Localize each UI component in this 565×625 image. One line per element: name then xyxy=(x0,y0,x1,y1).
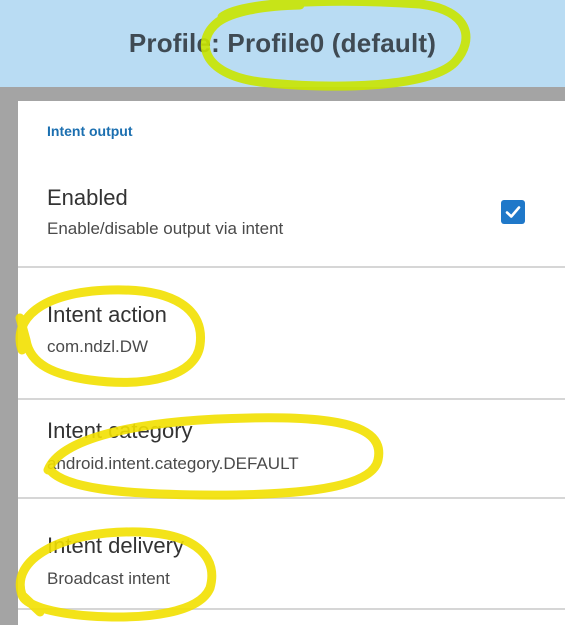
setting-title-intent-action: Intent action xyxy=(47,302,167,327)
setting-row-intent-action[interactable]: Intent action com.ndzl.DW xyxy=(18,268,565,398)
setting-value-intent-delivery: Broadcast intent xyxy=(47,569,170,588)
checkmark-icon xyxy=(505,206,521,218)
setting-title-intent-category: Intent category xyxy=(47,418,193,443)
setting-row-intent-delivery[interactable]: Intent delivery Broadcast intent xyxy=(18,499,565,609)
left-edge-bar xyxy=(0,87,18,625)
setting-row-enabled[interactable]: Enabled Enable/disable output via intent xyxy=(18,101,565,267)
setting-value-intent-action: com.ndzl.DW xyxy=(47,337,149,356)
setting-subtitle-enabled: Enable/disable output via intent xyxy=(47,219,284,238)
divider xyxy=(18,608,565,610)
enabled-checkbox[interactable] xyxy=(501,200,525,224)
setting-title-intent-delivery: Intent delivery xyxy=(47,533,184,558)
header-shadow-strip xyxy=(0,87,565,101)
setting-row-intent-category[interactable]: Intent category android.intent.category.… xyxy=(18,400,565,496)
page-title: Profile: Profile0 (default) xyxy=(128,28,437,58)
setting-value-intent-category: android.intent.category.DEFAULT xyxy=(47,454,299,473)
settings-card: Intent output Enabled Enable/disable out… xyxy=(18,101,565,625)
setting-title-enabled: Enabled xyxy=(47,185,128,210)
app-header: Profile: Profile0 (default) xyxy=(0,0,565,87)
